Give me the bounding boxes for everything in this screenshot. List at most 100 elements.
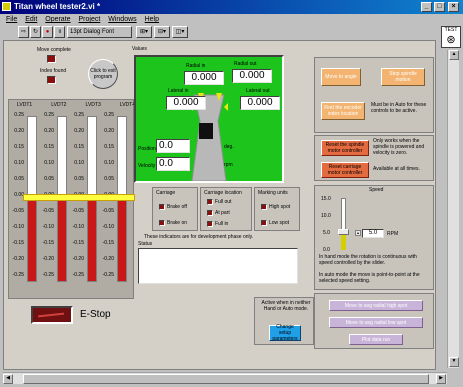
full-in-label: Full in <box>215 221 229 227</box>
scroll-left-icon[interactable]: ◀ <box>3 374 13 384</box>
menu-help[interactable]: Help <box>145 16 159 23</box>
lvdt-tick-label: 0.10 <box>74 160 84 166</box>
lateral-out-display: 0.000 <box>240 96 280 110</box>
index-found-label: Index found <box>40 68 67 74</box>
lvdt-tick-label: -0.25 <box>102 272 114 278</box>
lvdt-tick-label: 0.25 <box>44 112 54 118</box>
lvdt3-fill <box>88 199 96 281</box>
scroll-up-icon[interactable]: ▲ <box>449 50 459 60</box>
status-textbox[interactable] <box>138 248 298 284</box>
marking-units-group: Marking units High spot Low spot <box>254 187 300 231</box>
velocity-display: 0.0 <box>156 157 190 171</box>
at-part-label: At part <box>215 210 230 216</box>
lvdt4-header: LVDT4 <box>119 102 135 108</box>
speed-increment-icon[interactable]: ▴ <box>355 230 361 236</box>
move-complete-led <box>47 55 56 63</box>
font-select[interactable]: 13pt Dialog Font <box>67 26 132 38</box>
reorder-icon[interactable]: ◫▾ <box>172 26 188 38</box>
toolbar: ⇨ ↻ ● ॥ 13pt Dialog Font ⊞▾ ⊟▾ ◫▾ <box>0 25 440 39</box>
scroll-right-icon[interactable]: ▶ <box>436 374 446 384</box>
lvdt-tick-label: -0.05 <box>72 208 84 214</box>
lvdt-tick-label: -0.05 <box>42 208 54 214</box>
stop-spindle-label: Stop spindle motion <box>389 71 417 83</box>
vertical-scrollbar[interactable]: ▲ ▼ <box>447 50 459 368</box>
menu-windows[interactable]: Windows <box>108 16 136 23</box>
at-part-led <box>207 210 213 216</box>
reset-carriage-button[interactable]: Reset carriage motor controller <box>321 162 369 178</box>
low-spot-led <box>261 220 267 226</box>
move-to-angle-button[interactable]: Move to angle <box>321 68 361 86</box>
brake-off-label: Brake off <box>167 204 187 210</box>
low-spot-label: Low spot <box>269 220 290 226</box>
align-icon[interactable]: ⊞▾ <box>136 26 152 38</box>
reset-spindle-note: Only works when the spindle is powered a… <box>373 138 425 156</box>
full-out-led <box>207 199 213 205</box>
radial-in-display: 0.000 <box>184 71 224 85</box>
setup-note: Active when in neither Hand or Auto mode… <box>261 300 311 312</box>
lvdt-tick-label: -0.10 <box>102 224 114 230</box>
lvdt-tick-label: -0.25 <box>42 272 54 278</box>
lvdt-tick-label: -0.05 <box>102 208 114 214</box>
carriage-location-title: Carriage location <box>204 190 242 196</box>
run-arrow-icon[interactable]: ⇨ <box>18 26 29 38</box>
close-button[interactable]: × <box>448 2 459 12</box>
lvdt-tick-label: -0.15 <box>72 240 84 246</box>
exit-program-label: Click to exit program <box>90 68 116 80</box>
lvdt-tick-label: 0.10 <box>104 160 114 166</box>
lvdt-tick-label: 0.20 <box>14 128 24 134</box>
distribute-icon[interactable]: ⊟▾ <box>154 26 170 38</box>
find-index-label: Find the encoder index location <box>324 105 362 117</box>
lateral-in-label: Lateral in <box>168 88 189 94</box>
lvdt-tick-label: -0.20 <box>42 256 54 262</box>
menu-edit[interactable]: Edit <box>25 16 37 23</box>
speed-tick-5: 5.0 <box>323 230 330 236</box>
move-high-spot-button[interactable]: Move to avg radial high spot <box>329 300 423 311</box>
minimize-button[interactable]: _ <box>421 2 432 12</box>
high-spot-label: High spot <box>269 204 291 210</box>
plot-data-button[interactable]: Plot data run <box>349 334 403 345</box>
scroll-down-icon[interactable]: ▼ <box>449 357 459 367</box>
menu-file[interactable]: File <box>6 16 17 23</box>
speed-value-input[interactable]: 5.0 <box>362 229 384 238</box>
lvdt-tick-label: -0.20 <box>12 256 24 262</box>
position-label: Position <box>138 146 156 152</box>
estop-label: E-Stop <box>80 309 111 320</box>
menu-bar: File Edit Operate Project Windows Help <box>0 14 463 25</box>
lvdt-tick-label: 0.05 <box>74 176 84 182</box>
move-to-angle-label: Move to angle <box>325 74 357 80</box>
speed-slider-thumb[interactable] <box>338 229 349 235</box>
lateral-in-display: 0.000 <box>166 96 206 110</box>
estop-indicator <box>31 306 73 324</box>
reset-group: Reset the spindle motor controller Only … <box>314 135 434 181</box>
stop-spindle-button[interactable]: Stop spindle motion <box>381 68 425 86</box>
find-index-button[interactable]: Find the encoder index location <box>321 102 365 120</box>
move-high-spot-label: Move to avg radial high spot <box>344 302 408 309</box>
reset-spindle-button[interactable]: Reset the spindle motor controller <box>321 140 369 156</box>
horizontal-scroll-thumb[interactable] <box>23 374 429 384</box>
velocity-unit: rpm <box>224 162 233 168</box>
lateral-out-label: Lateral out <box>246 88 270 94</box>
exit-program-button[interactable]: Click to exit program <box>88 59 118 89</box>
horizontal-scrollbar[interactable]: ◀ ▶ <box>3 372 447 384</box>
vi-icon: TEST ⊛ <box>441 26 461 48</box>
lvdt-tick-label: -0.10 <box>42 224 54 230</box>
lvdt-tick-label: -0.10 <box>72 224 84 230</box>
change-setup-button[interactable]: Change setup parameters <box>269 324 301 342</box>
lvdt-tick-label: -0.20 <box>72 256 84 262</box>
lvdt-tick-label: -0.20 <box>102 256 114 262</box>
run-continuous-icon[interactable]: ↻ <box>30 26 41 38</box>
lvdt-tick-label: -0.15 <box>12 240 24 246</box>
menu-project[interactable]: Project <box>79 16 101 23</box>
lvdt-headers: LVDT1 LVDT2 LVDT3 LVDT4 <box>17 102 135 108</box>
move-low-spot-label: Move to avg radial low spot <box>345 319 407 326</box>
pause-icon[interactable]: ॥ <box>54 26 65 38</box>
lvdt-tick-label: -0.15 <box>102 240 114 246</box>
maximize-button[interactable]: □ <box>434 2 445 12</box>
lvdt-tick-label: 0.15 <box>44 144 54 150</box>
move-low-spot-button[interactable]: Move to avg radial low spot <box>329 317 423 328</box>
font-select-label: 13pt Dialog Font <box>70 29 115 35</box>
menu-operate[interactable]: Operate <box>45 16 70 23</box>
radial-out-display: 0.000 <box>232 69 272 83</box>
abort-icon[interactable]: ● <box>42 26 53 38</box>
lvdt-tick-label: -0.25 <box>12 272 24 278</box>
